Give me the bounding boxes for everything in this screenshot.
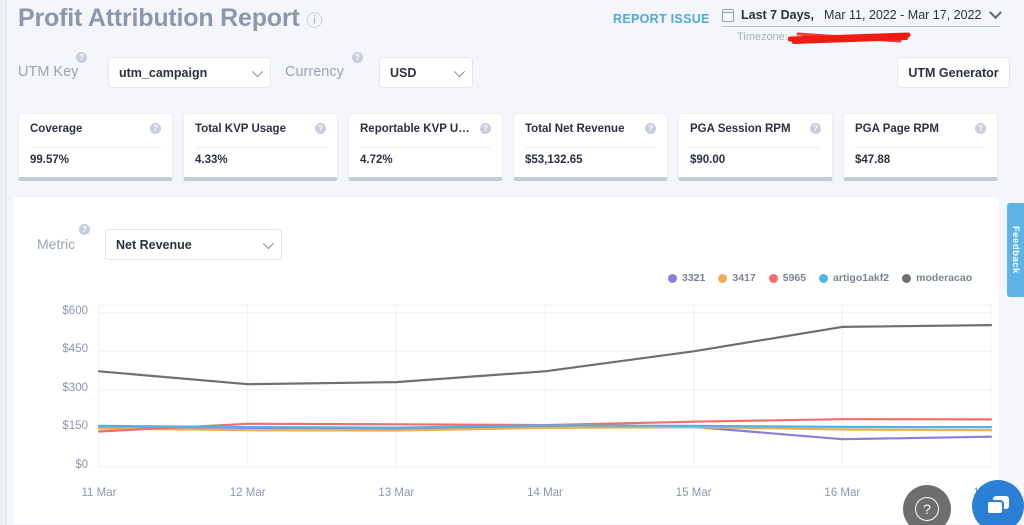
y-axis-tick-label: $600	[62, 304, 88, 317]
x-axis-tick-label: 15 Mar	[675, 487, 712, 499]
kpi-card: Total KVP Usage? 4.33%	[183, 113, 338, 181]
date-range-label: Last 7 Days,	[741, 8, 814, 22]
report-issue-link[interactable]: REPORT ISSUE	[613, 12, 710, 26]
legend-color-dot	[668, 273, 677, 283]
kpi-divider	[195, 147, 326, 148]
help-fab-button[interactable]: ?	[903, 485, 951, 525]
chart-legend: 3321 3417 5965 artigo1akf2 moderacao	[668, 272, 972, 284]
metric-label: Metric	[37, 236, 76, 252]
page-title-text: Profit Attribution Report	[18, 4, 300, 32]
legend-color-dot	[902, 273, 912, 283]
metric-value: Net Revenue	[116, 237, 192, 252]
kpi-title: Reportable KVP Usa…	[360, 123, 470, 135]
kpi-title: PGA Session RPM	[690, 123, 791, 135]
kpi-divider	[855, 147, 986, 148]
legend-label: moderacao	[916, 272, 973, 284]
calendar-icon	[722, 8, 734, 22]
legend-color-dot	[768, 273, 778, 283]
legend-label: 5965	[782, 272, 807, 284]
legend-item[interactable]: 3321	[668, 272, 705, 284]
x-axis-tick-label: 13 Mar	[378, 487, 415, 499]
timezone-text: Timezone:	[737, 31, 788, 43]
kpi-card: Total Net Revenue? $53,132.65	[513, 113, 668, 181]
y-axis-tick-label: $0	[75, 459, 88, 471]
date-range-value: Mar 11, 2022 - Mar 17, 2022	[823, 8, 982, 22]
kpi-card: PGA Session RPM? $90.00	[678, 113, 833, 181]
kpi-value: 4.33%	[195, 154, 228, 166]
kpi-value: $53,132.65	[525, 154, 583, 166]
x-axis-tick-label: 11 Mar	[81, 487, 117, 499]
chat-bubble-icon	[986, 496, 1009, 515]
y-axis-tick-label: $300	[62, 381, 88, 394]
chat-fab-button[interactable]	[972, 480, 1024, 525]
feedback-tab[interactable]: Feedback	[1007, 203, 1024, 297]
currency-select[interactable]: USD	[379, 57, 473, 88]
help-circle-icon[interactable]: ?	[76, 52, 87, 63]
kpi-card-row: Coverage? 99.57% Total KVP Usage? 4.33% Repo…	[18, 113, 998, 181]
legend-item[interactable]: 5965	[768, 272, 807, 284]
legend-label: 3321	[682, 272, 706, 284]
report-page: Profit Attribution Report ⓘ REPORT ISSUE…	[0, 0, 1024, 525]
help-circle-icon[interactable]: ?	[352, 52, 363, 63]
kpi-title: Total KVP Usage	[195, 123, 286, 135]
kpi-divider	[360, 147, 491, 148]
utm-key-label: UTM Key	[18, 64, 79, 80]
kpi-divider	[690, 147, 821, 148]
currency-label: Currency	[285, 64, 344, 80]
x-axis-tick-label: 16 Mar	[824, 487, 861, 499]
help-circle-icon[interactable]: ?	[150, 123, 161, 134]
utm-key-select[interactable]: utm_campaign	[108, 57, 271, 88]
legend-color-dot	[718, 273, 728, 283]
kpi-value: 4.72%	[360, 154, 393, 166]
chevron-down-icon	[989, 5, 1002, 19]
help-circle-icon[interactable]: ⓘ	[307, 7, 323, 31]
utm-key-value: utm_campaign	[119, 65, 208, 80]
kpi-title: Total Net Revenue	[525, 123, 625, 135]
kpi-title: PGA Page RPM	[855, 123, 939, 135]
help-circle-icon[interactable]: ?	[810, 123, 821, 134]
chevron-down-icon	[453, 65, 466, 77]
kpi-title: Coverage	[30, 123, 83, 135]
metric-select[interactable]: Net Revenue	[105, 229, 282, 260]
chevron-down-icon	[251, 65, 264, 77]
help-circle-icon[interactable]: ?	[79, 224, 90, 235]
kpi-value: $47.88	[855, 154, 891, 166]
left-rail-edge	[0, 0, 7, 525]
legend-item[interactable]: moderacao	[902, 272, 972, 284]
y-axis-tick-label: $150	[62, 420, 88, 433]
y-axis-tick-label: $450	[62, 343, 88, 356]
kpi-value: $90.00	[690, 154, 726, 166]
help-circle-icon[interactable]: ?	[975, 123, 986, 134]
kpi-value: 99.57%	[30, 154, 70, 166]
x-axis-tick-label: 12 Mar	[229, 487, 266, 499]
legend-item[interactable]: 3417	[718, 272, 756, 284]
timezone-redaction-scribble	[788, 32, 911, 44]
page-title: Profit Attribution Report ⓘ	[18, 4, 323, 33]
date-range-picker[interactable]: Last 7 Days, Mar 11, 2022 - Mar 17, 2022	[722, 5, 1002, 27]
kpi-card: Reportable KVP Usa…? 4.72%	[348, 113, 503, 181]
kpi-card: PGA Page RPM? $47.88	[843, 113, 998, 181]
legend-item[interactable]: artigo1akf2	[819, 272, 889, 284]
kpi-card: Coverage? 99.57%	[18, 113, 173, 181]
kpi-divider	[30, 147, 161, 148]
legend-color-dot	[819, 273, 829, 283]
chevron-down-icon	[262, 237, 275, 249]
x-axis-tick-label: 14 Mar	[527, 487, 563, 499]
timezone-label: Timezone:	[737, 31, 788, 43]
utm-generator-button[interactable]: UTM Generator	[897, 57, 1010, 88]
help-circle-icon[interactable]: ?	[480, 123, 491, 134]
question-mark-icon: ?	[915, 497, 939, 521]
currency-value: USD	[390, 65, 417, 80]
help-circle-icon[interactable]: ?	[645, 123, 656, 134]
legend-label: artigo1akf2	[833, 272, 890, 284]
legend-label: 3417	[732, 272, 756, 284]
kpi-divider	[525, 147, 656, 148]
help-circle-icon[interactable]: ?	[315, 123, 326, 134]
